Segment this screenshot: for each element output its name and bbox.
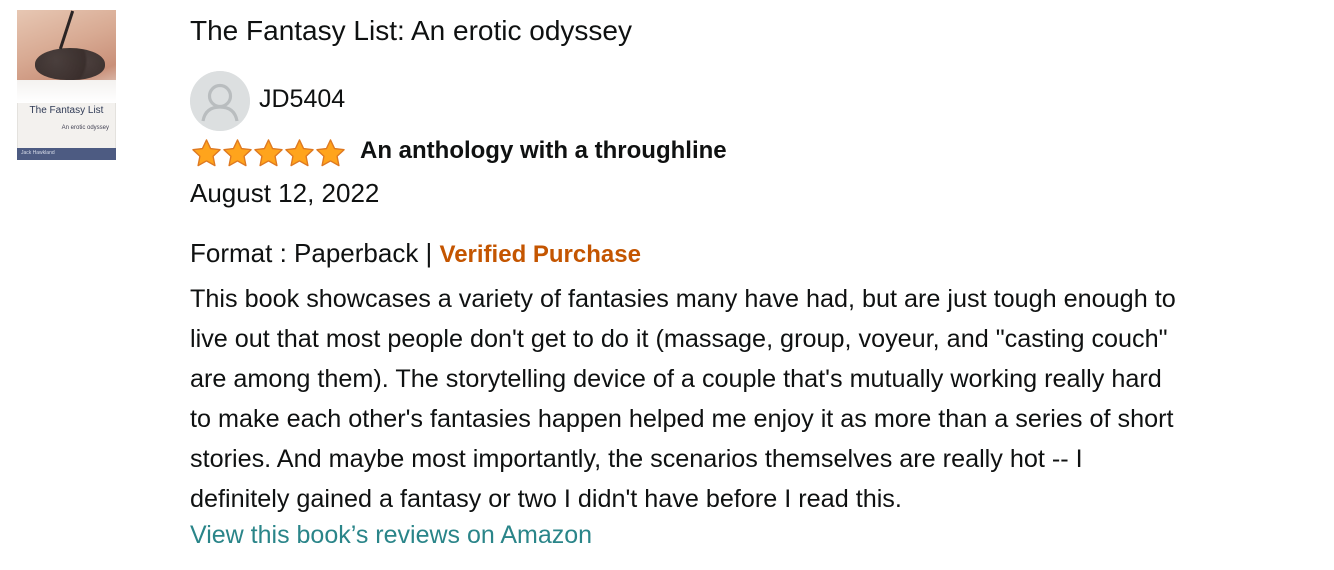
review-body-line: This book showcases a variety of fantasi… (190, 285, 1176, 313)
star-icon (316, 139, 345, 167)
format-label: Format : Paperback (190, 238, 419, 268)
star-icon (285, 139, 314, 167)
reviewer-name[interactable]: JD5404 (259, 84, 345, 114)
review-body-line: definitely gained a fantasy or two I did… (190, 485, 902, 513)
book-cover-image[interactable]: The Fantasy List An erotic odyssey Jack … (17, 10, 116, 160)
cover-author: Jack Hawkland (21, 150, 55, 156)
review-body-line: to make each other's fantasies happen he… (190, 405, 1174, 433)
review-body-line: are among them). The storytelling device… (190, 365, 1162, 393)
view-reviews-on-amazon-link[interactable]: View this book’s reviews on Amazon (190, 519, 592, 551)
cover-subtitle: An erotic odyssey (61, 125, 109, 131)
verified-purchase-badge: Verified Purchase (439, 241, 641, 268)
star-icon (223, 139, 252, 167)
book-title: The Fantasy List: An erotic odyssey (190, 15, 632, 46)
star-icon (254, 139, 283, 167)
review-body-line: live out that most people don't get to d… (190, 325, 1168, 353)
format-line: Format : Paperback | Verified Purchase (190, 238, 641, 270)
format-separator: | (418, 238, 440, 268)
cover-photo-detail (35, 48, 105, 80)
review-date: August 12, 2022 (190, 178, 380, 208)
star-icon (192, 139, 221, 167)
cover-title: The Fantasy List (29, 105, 104, 116)
review-body-line: stories. And maybe most importantly, the… (190, 445, 1083, 473)
cover-photo-detail (17, 80, 116, 103)
review-body: This book showcases a variety of fantasi… (190, 279, 1320, 519)
star-rating (191, 138, 346, 168)
cover-photo (17, 10, 116, 103)
reviewer-avatar-icon (190, 71, 250, 131)
review-headline: An anthology with a throughline (360, 137, 727, 164)
cover-photo-detail (58, 10, 75, 50)
